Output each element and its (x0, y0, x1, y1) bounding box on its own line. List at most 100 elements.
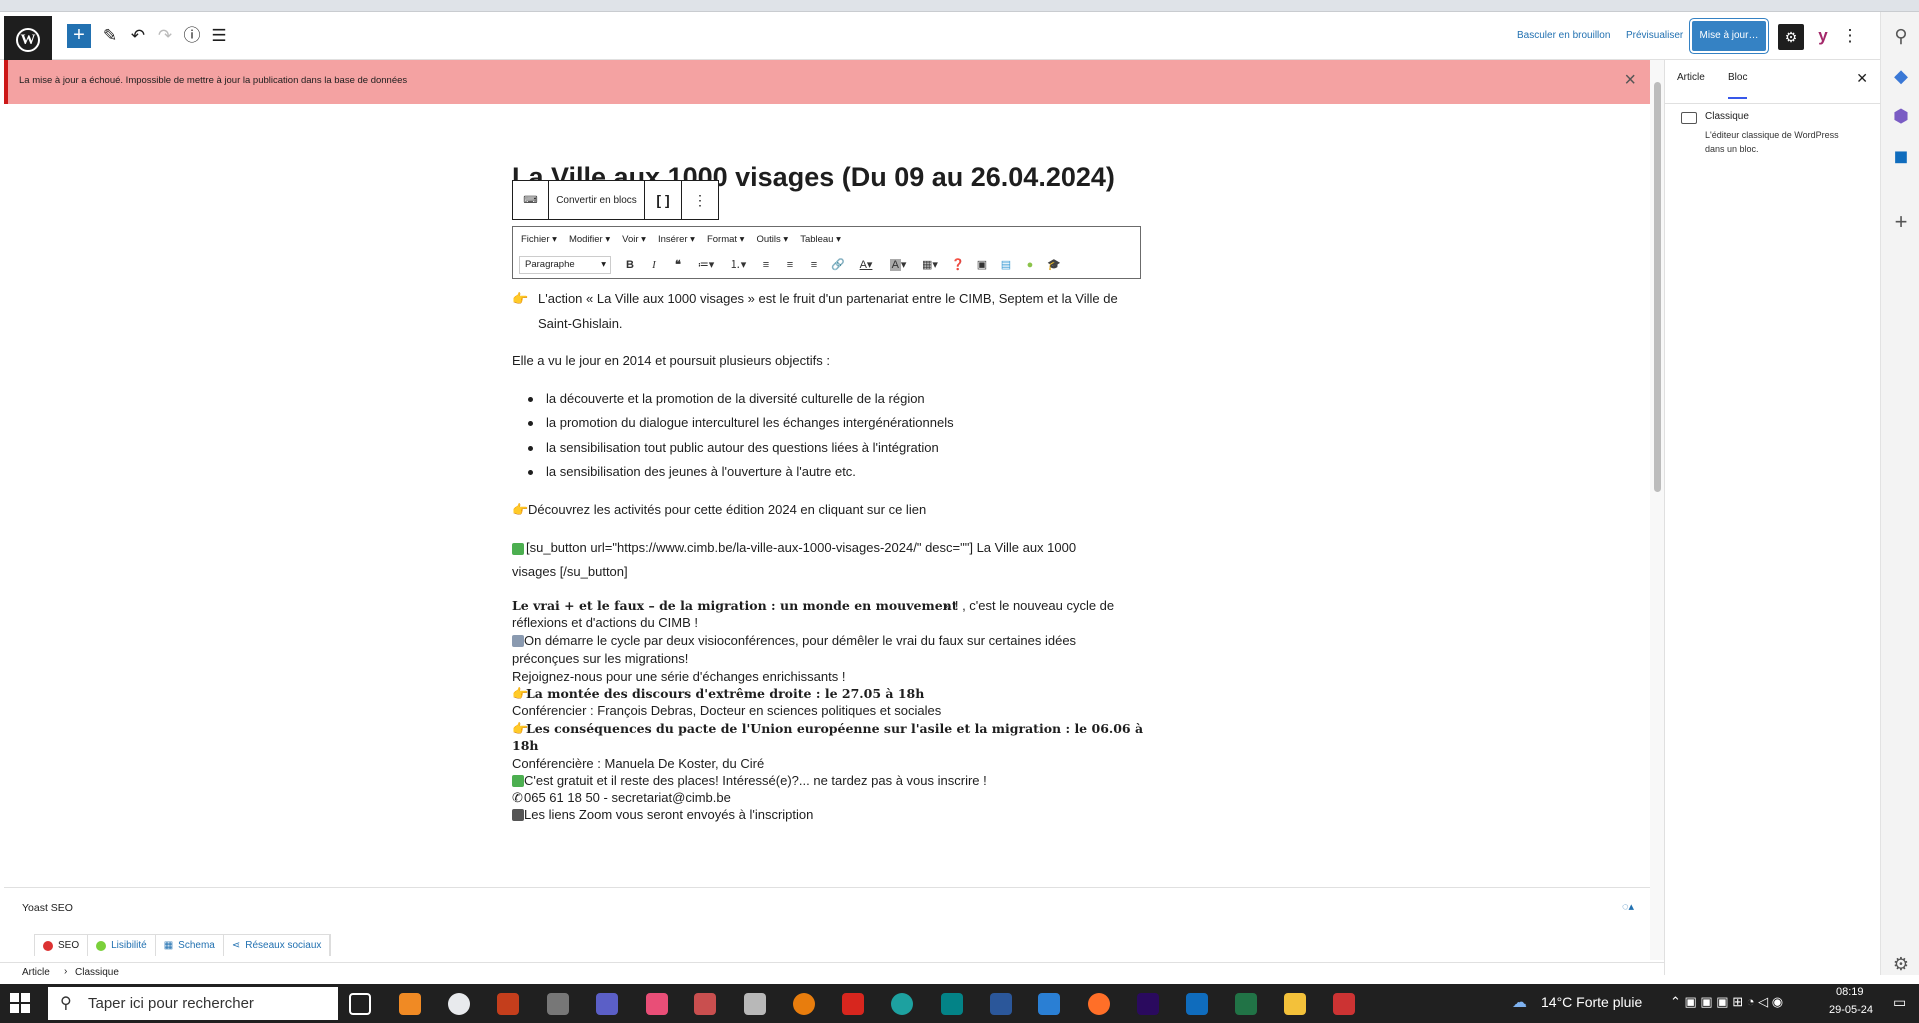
info-icon[interactable]: ⓘ (180, 24, 204, 48)
background-color-icon[interactable]: A ▾ (883, 254, 913, 276)
menu-modifier[interactable]: Modifier ▾ (569, 234, 610, 245)
table-icon[interactable]: ▦▾ (915, 254, 945, 276)
tab-seo[interactable]: SEO (35, 935, 89, 956)
app-icon[interactable] (646, 993, 668, 1015)
yoast-title[interactable]: Yoast SEO (22, 902, 73, 914)
shortcode-icon[interactable]: ▣ (971, 254, 993, 276)
more-options-icon[interactable]: ⋮ (682, 181, 718, 219)
link-icon[interactable]: 🔗 (827, 254, 849, 276)
vlc-icon[interactable] (399, 993, 421, 1015)
outlook-icon[interactable] (1186, 993, 1208, 1015)
bold-icon[interactable]: B (619, 254, 641, 276)
redo-icon[interactable]: ↷ (153, 24, 177, 48)
preview-button[interactable]: Prévisualiser (1626, 24, 1683, 48)
windows-start-icon[interactable] (10, 993, 30, 1013)
add-icon[interactable]: + (1891, 211, 1911, 233)
tab-schema[interactable]: ▦ Schema (156, 935, 224, 956)
menu-inserer[interactable]: Insérer ▾ (658, 234, 695, 245)
more-options-icon[interactable]: ⋮ (1838, 24, 1862, 48)
text-color-icon[interactable]: A▾ (851, 254, 881, 276)
taskbar-search[interactable]: ⚲ Taper ici pour rechercher (48, 987, 338, 1020)
menu-outils[interactable]: Outils ▾ (756, 234, 788, 245)
calendar-icon[interactable]: ▤ (995, 254, 1017, 276)
tab-reseaux-sociaux[interactable]: ⋖ Réseaux sociaux (224, 935, 331, 956)
app-icon[interactable] (1333, 993, 1355, 1015)
align-right-icon[interactable]: ≡ (803, 254, 825, 276)
tab-lisibilite[interactable]: Lisibilité (88, 935, 156, 956)
breadcrumb-classique[interactable]: Classique (75, 967, 119, 978)
notification-icon[interactable]: ▭ (1893, 994, 1906, 1011)
close-icon[interactable]: × (1624, 69, 1636, 92)
excel-icon[interactable] (1235, 993, 1257, 1015)
scrollbar-thumb[interactable] (1654, 82, 1661, 492)
clock-time[interactable]: 08:19 (1836, 986, 1864, 998)
firefox-icon[interactable] (1088, 993, 1110, 1015)
quote-icon[interactable]: ❝ (667, 254, 689, 276)
chevron-up-icon[interactable]: ◌▴ (1622, 900, 1634, 913)
tray-icons[interactable]: ⌃ ▣ ▣ ▣ ⊞ ◔ ◁ ◉ (1670, 994, 1783, 1010)
powerpoint-icon[interactable] (497, 993, 519, 1015)
task-view-icon[interactable] (349, 993, 371, 1015)
notice-message: La mise à jour a échoué. Impossible de m… (19, 75, 408, 86)
bullet-list-icon[interactable]: ≔▾ (691, 254, 721, 276)
teams-icon[interactable] (596, 993, 618, 1015)
outlook-icon[interactable]: ◼ (1891, 146, 1911, 166)
settings-button[interactable]: ⚙ (1778, 24, 1804, 50)
align-left-icon[interactable]: ≡ (755, 254, 777, 276)
undo-icon[interactable]: ↶ (126, 24, 150, 48)
align-center-icon[interactable]: ≡ (779, 254, 801, 276)
add-block-button[interactable]: + (67, 24, 91, 48)
tab-article[interactable]: Article (1677, 72, 1705, 83)
app-icon[interactable] (547, 993, 569, 1015)
graduation-cap-icon[interactable]: 🎓 (1043, 254, 1065, 276)
app-icon[interactable] (744, 993, 766, 1015)
list-view-icon[interactable]: ☰ (207, 24, 231, 48)
divider (1665, 103, 1881, 104)
chrome-icon[interactable] (448, 993, 470, 1015)
windows-taskbar: ⚲ Taper ici pour rechercher ☁ 14°C Forte… (0, 984, 1919, 1023)
pencil-icon[interactable]: ✎ (98, 24, 122, 48)
file-explorer-icon[interactable] (1284, 993, 1306, 1015)
breadcrumb-article[interactable]: Article (22, 967, 50, 978)
premiere-icon[interactable] (1137, 993, 1159, 1015)
camera-icon (512, 633, 524, 650)
app-icon[interactable] (694, 993, 716, 1015)
app-icon[interactable] (1038, 993, 1060, 1015)
weather-text[interactable]: 14°C Forte pluie (1541, 994, 1642, 1010)
format-select[interactable]: Paragraphe ▾ (519, 256, 611, 274)
numbered-list-icon[interactable]: ⒈▾ (723, 254, 753, 276)
weather-icon[interactable]: ☁ (1512, 993, 1527, 1011)
keyboard-icon[interactable]: ⌨ (513, 181, 549, 219)
publisher-icon[interactable] (941, 993, 963, 1015)
close-icon[interactable]: ✕ (1856, 70, 1868, 87)
switch-to-draft-button[interactable]: Basculer en brouillon (1517, 24, 1610, 48)
menu-tableau[interactable]: Tableau ▾ (800, 234, 841, 245)
fullscreen-icon[interactable]: [ ] (645, 181, 682, 219)
gear-icon[interactable]: ⚙ (1891, 954, 1911, 974)
yoast-icon[interactable]: y (1811, 24, 1835, 48)
menu-voir[interactable]: Voir ▾ (622, 234, 646, 245)
update-button[interactable]: Mise à jour… (1692, 21, 1766, 51)
acrobat-icon[interactable] (842, 993, 864, 1015)
italic-icon[interactable]: I (643, 254, 665, 276)
shortcode-line: [su_button url="https://www.cimb.be/la-v… (526, 540, 1077, 555)
menu-fichier[interactable]: Fichier ▾ (521, 234, 557, 245)
blender-icon[interactable] (793, 993, 815, 1015)
copilot-icon[interactable]: ⬢ (1891, 106, 1911, 126)
menu-format[interactable]: Format ▾ (707, 234, 745, 245)
clock-date[interactable]: 29-05-24 (1829, 1004, 1873, 1016)
tag-icon[interactable]: ◆ (1891, 66, 1911, 86)
search-icon[interactable]: ⚲ (1891, 26, 1911, 46)
plugin-icon[interactable]: ● (1019, 254, 1041, 276)
tab-bloc[interactable]: Bloc (1728, 72, 1748, 99)
speaker: Conférencier : François Debras, Docteur … (512, 703, 942, 718)
convert-to-blocks-button[interactable]: Convertir en blocs (549, 181, 645, 219)
edge-icon[interactable] (891, 993, 913, 1015)
pointing-hand-icon: 👉 (512, 502, 529, 517)
help-icon[interactable]: ❓ (947, 254, 969, 276)
contact: 065 61 18 50 - secretariat@cimb.be (524, 790, 731, 805)
wordpress-logo[interactable]: W (4, 16, 52, 64)
classic-editor: Fichier ▾ Modifier ▾ Voir ▾ Insérer ▾ Fo… (512, 226, 1141, 279)
block-description-line2: dans un bloc. (1705, 144, 1759, 154)
word-icon[interactable] (990, 993, 1012, 1015)
